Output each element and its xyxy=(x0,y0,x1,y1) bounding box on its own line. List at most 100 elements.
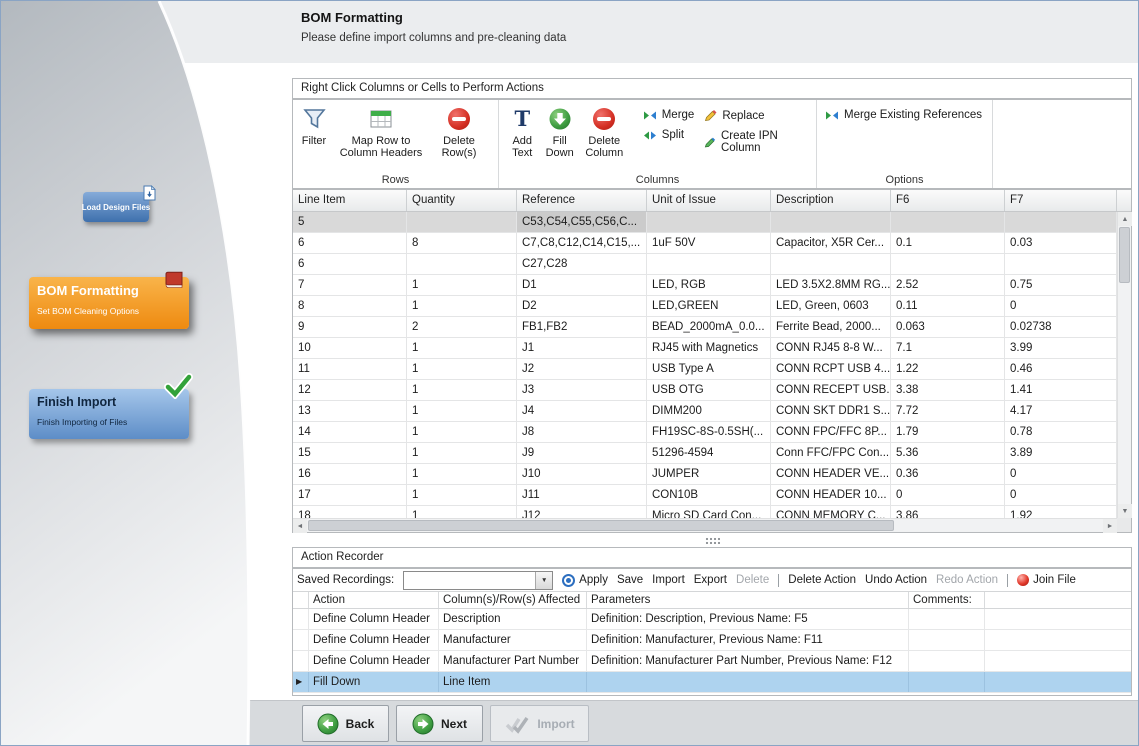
scroll-down-button[interactable]: ▼ xyxy=(1118,504,1132,518)
cell-reference[interactable]: C53,C54,C55,C56,C... xyxy=(517,212,647,232)
cell-unit-of-issue[interactable]: Micro SD Card Con... xyxy=(647,506,771,518)
table-row[interactable]: 14 1 J8 FH19SC-8S-0.5SH(... CONN FPC/FFC… xyxy=(293,422,1117,443)
cell-description[interactable]: LED, Green, 0603 xyxy=(771,296,891,316)
column-header-f7[interactable]: F7 xyxy=(1005,190,1117,211)
panel-splitter[interactable] xyxy=(292,537,1132,545)
cell-line-item[interactable]: 18 xyxy=(293,506,407,518)
cell-f7[interactable]: 0.03 xyxy=(1005,233,1117,253)
cell-quantity[interactable]: 1 xyxy=(407,359,517,379)
column-header-affected[interactable]: Column(s)/Row(s) Affected xyxy=(439,592,587,608)
undo-action-button[interactable]: Undo Action xyxy=(865,574,927,586)
cell-f7[interactable]: 3.99 xyxy=(1005,338,1117,358)
cell-action[interactable]: Define Column Header xyxy=(309,630,439,650)
split-button[interactable]: Split xyxy=(643,129,695,141)
column-header-description[interactable]: Description xyxy=(771,190,891,211)
cell-affected[interactable]: Description xyxy=(439,609,587,629)
cell-line-item[interactable]: 10 xyxy=(293,338,407,358)
table-row[interactable]: 9 2 FB1,FB2 BEAD_2000mA_0.0... Ferrite B… xyxy=(293,317,1117,338)
cell-f6[interactable]: 1.22 xyxy=(891,359,1005,379)
cell-f7[interactable]: 1.92 xyxy=(1005,506,1117,518)
cell-f6[interactable]: 3.38 xyxy=(891,380,1005,400)
column-header-line-item[interactable]: Line Item xyxy=(293,190,407,211)
cell-reference[interactable]: D2 xyxy=(517,296,647,316)
delete-action-button[interactable]: Delete Action xyxy=(788,574,856,586)
scroll-right-button[interactable]: ► xyxy=(1103,519,1117,533)
cell-f7[interactable]: 0 xyxy=(1005,464,1117,484)
table-row[interactable]: 13 1 J4 DIMM200 CONN SKT DDR1 S... 7.72 … xyxy=(293,401,1117,422)
map-row-to-column-headers-button[interactable]: Map Row to Column Headers xyxy=(333,105,429,159)
cell-f6[interactable]: 0.11 xyxy=(891,296,1005,316)
chevron-down-icon[interactable]: ▼ xyxy=(535,572,552,589)
list-item[interactable]: Define Column Header Manufacturer Part N… xyxy=(293,651,1131,672)
cell-description[interactable]: CONN RJ45 8-8 W... xyxy=(771,338,891,358)
saved-recordings-dropdown[interactable]: ▼ xyxy=(403,571,553,590)
cell-description[interactable]: CONN HEADER VE... xyxy=(771,464,891,484)
next-button[interactable]: Next xyxy=(396,705,483,742)
cell-reference[interactable]: J4 xyxy=(517,401,647,421)
column-header-f6[interactable]: F6 xyxy=(891,190,1005,211)
cell-quantity[interactable]: 1 xyxy=(407,380,517,400)
table-row[interactable]: 5 C53,C54,C55,C56,C... xyxy=(293,212,1117,233)
cell-line-item[interactable]: 6 xyxy=(293,233,407,253)
column-header-unit-of-issue[interactable]: Unit of Issue xyxy=(647,190,771,211)
cell-parameters[interactable]: Definition: Manufacturer, Previous Name:… xyxy=(587,630,909,650)
cell-f7[interactable] xyxy=(1005,254,1117,274)
cell-parameters[interactable]: Definition: Description, Previous Name: … xyxy=(587,609,909,629)
cell-reference[interactable]: FB1,FB2 xyxy=(517,317,647,337)
cell-f7[interactable]: 0 xyxy=(1005,485,1117,505)
cell-quantity[interactable]: 1 xyxy=(407,485,517,505)
filter-button[interactable]: Filter xyxy=(301,105,327,147)
cell-reference[interactable]: J2 xyxy=(517,359,647,379)
merge-existing-references-button[interactable]: Merge Existing References xyxy=(825,109,982,121)
cell-reference[interactable]: J10 xyxy=(517,464,647,484)
cell-affected[interactable]: Manufacturer Part Number xyxy=(439,651,587,671)
cell-unit-of-issue[interactable]: RJ45 with Magnetics xyxy=(647,338,771,358)
join-file-button[interactable]: Join File xyxy=(1017,574,1076,586)
apply-button[interactable]: Apply xyxy=(562,574,608,587)
cell-quantity[interactable] xyxy=(407,212,517,232)
cell-comments[interactable] xyxy=(909,672,985,692)
cell-parameters[interactable] xyxy=(587,672,909,692)
cell-reference[interactable]: J8 xyxy=(517,422,647,442)
cell-action[interactable]: Fill Down xyxy=(309,672,439,692)
scroll-up-button[interactable]: ▲ xyxy=(1118,212,1132,226)
delete-rows-button[interactable]: Delete Row(s) xyxy=(435,105,483,159)
list-item[interactable]: Fill Down Line Item xyxy=(293,672,1131,693)
table-row[interactable]: 6 C27,C28 xyxy=(293,254,1117,275)
cell-f6[interactable]: 5.36 xyxy=(891,443,1005,463)
cell-f7[interactable]: 0 xyxy=(1005,296,1117,316)
cell-unit-of-issue[interactable]: JUMPER xyxy=(647,464,771,484)
cell-description[interactable]: CONN MEMORY C... xyxy=(771,506,891,518)
cell-unit-of-issue[interactable]: DIMM200 xyxy=(647,401,771,421)
cell-quantity[interactable]: 1 xyxy=(407,422,517,442)
column-header-parameters[interactable]: Parameters xyxy=(587,592,909,608)
export-button[interactable]: Export xyxy=(694,574,727,586)
cell-quantity[interactable]: 1 xyxy=(407,338,517,358)
cell-f6[interactable]: 0.36 xyxy=(891,464,1005,484)
cell-f7[interactable]: 0.75 xyxy=(1005,275,1117,295)
cell-line-item[interactable]: 13 xyxy=(293,401,407,421)
cell-unit-of-issue[interactable]: USB Type A xyxy=(647,359,771,379)
cell-unit-of-issue[interactable]: USB OTG xyxy=(647,380,771,400)
cell-comments[interactable] xyxy=(909,651,985,671)
cell-f6[interactable]: 0 xyxy=(891,485,1005,505)
column-header-action[interactable]: Action xyxy=(309,592,439,608)
table-row[interactable]: 8 1 D2 LED,GREEN LED, Green, 0603 0.11 0 xyxy=(293,296,1117,317)
cell-reference[interactable]: C7,C8,C12,C14,C15,... xyxy=(517,233,647,253)
cell-quantity[interactable] xyxy=(407,254,517,274)
cell-quantity[interactable]: 1 xyxy=(407,443,517,463)
cell-description[interactable] xyxy=(771,212,891,232)
column-header-comments[interactable]: Comments: xyxy=(909,592,985,608)
cell-line-item[interactable]: 11 xyxy=(293,359,407,379)
cell-description[interactable]: CONN FPC/FFC 8P... xyxy=(771,422,891,442)
horizontal-scrollbar[interactable]: ◄ ► xyxy=(293,518,1117,532)
cell-description[interactable]: CONN SKT DDR1 S... xyxy=(771,401,891,421)
cell-quantity[interactable]: 1 xyxy=(407,275,517,295)
cell-unit-of-issue[interactable]: 51296-4594 xyxy=(647,443,771,463)
table-row[interactable]: 17 1 J11 CON10B CONN HEADER 10... 0 0 xyxy=(293,485,1117,506)
list-item[interactable]: Define Column Header Manufacturer Defini… xyxy=(293,630,1131,651)
cell-parameters[interactable]: Definition: Manufacturer Part Number, Pr… xyxy=(587,651,909,671)
cell-reference[interactable]: J11 xyxy=(517,485,647,505)
table-row[interactable]: 12 1 J3 USB OTG CONN RECEPT USB... 3.38 … xyxy=(293,380,1117,401)
cell-description[interactable]: CONN HEADER 10... xyxy=(771,485,891,505)
